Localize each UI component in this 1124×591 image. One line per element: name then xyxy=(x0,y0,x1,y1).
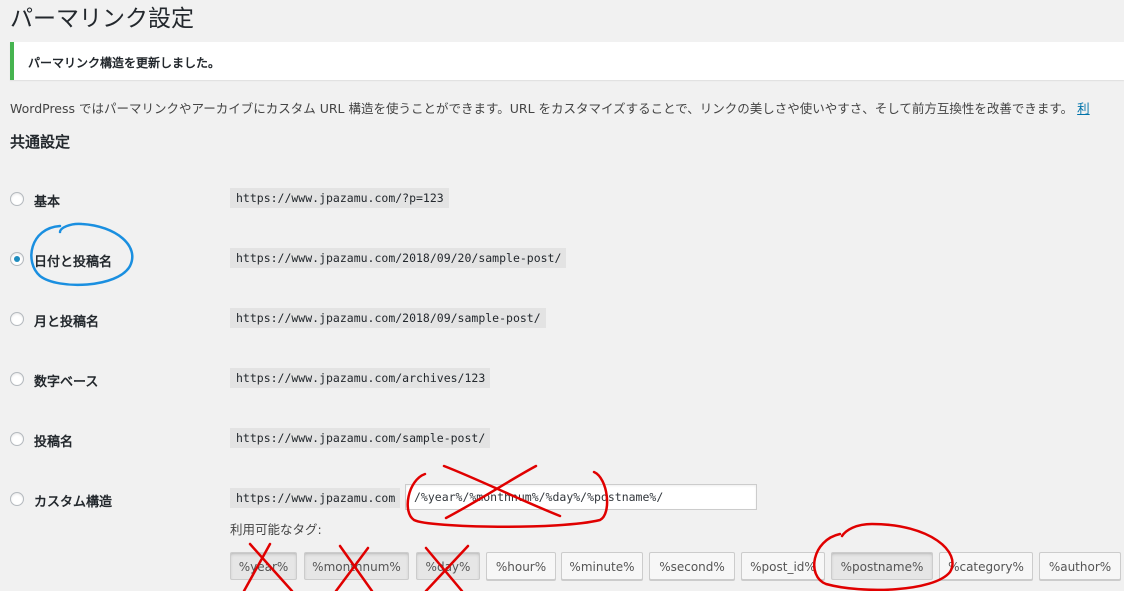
section-title: 共通設定 xyxy=(10,133,71,151)
option-label-month-name: 月と投稿名 xyxy=(34,315,100,330)
example-url-day-name: https://www.jpazamu.com/2018/09/20/sampl… xyxy=(230,248,567,268)
tag-category-button[interactable]: %category% xyxy=(939,552,1033,580)
example-url-numeric: https://www.jpazamu.com/archives/123 xyxy=(230,368,491,388)
tag-minute-button[interactable]: %minute% xyxy=(561,552,643,580)
tag-second-button[interactable]: %second% xyxy=(649,552,735,580)
tag-year-button[interactable]: %year% xyxy=(230,552,297,580)
option-label-plain: 基本 xyxy=(34,195,61,210)
tag-author-button[interactable]: %author% xyxy=(1039,552,1121,580)
intro-help-link[interactable]: 利 xyxy=(1077,101,1090,116)
notice-text: パーマリンク構造を更新しました。 xyxy=(28,56,221,70)
radio-numeric[interactable] xyxy=(10,372,24,386)
custom-structure-input[interactable] xyxy=(405,484,757,510)
available-tags-label: 利用可能なタグ: xyxy=(230,522,322,537)
custom-url-prefix: https://www.jpazamu.com xyxy=(230,488,401,508)
tag-post-id-button[interactable]: %post_id% xyxy=(741,552,825,580)
option-label-post-name: 投稿名 xyxy=(34,435,74,450)
tag-day-button[interactable]: %day% xyxy=(416,552,480,580)
radio-month-name[interactable] xyxy=(10,312,24,326)
radio-day-name[interactable] xyxy=(10,252,24,266)
tag-hour-button[interactable]: %hour% xyxy=(486,552,556,580)
radio-custom[interactable] xyxy=(10,492,24,506)
page-title: パーマリンク設定 xyxy=(10,6,194,32)
update-notice: パーマリンク構造を更新しました。 xyxy=(10,42,1124,80)
intro-text: WordPress ではパーマリンクやアーカイブにカスタム URL 構造を使うこ… xyxy=(10,98,1124,117)
intro-description: WordPress ではパーマリンクやアーカイブにカスタム URL 構造を使うこ… xyxy=(10,101,1074,116)
tag-monthnum-button[interactable]: %monthnum% xyxy=(304,552,409,580)
option-label-numeric: 数字ベース xyxy=(34,375,99,390)
example-url-post-name: https://www.jpazamu.com/sample-post/ xyxy=(230,428,491,448)
radio-post-name[interactable] xyxy=(10,432,24,446)
example-url-plain: https://www.jpazamu.com/?p=123 xyxy=(230,188,449,208)
option-label-day-name: 日付と投稿名 xyxy=(34,255,113,270)
example-url-month-name: https://www.jpazamu.com/2018/09/sample-p… xyxy=(230,308,546,328)
radio-plain[interactable] xyxy=(10,192,24,206)
option-label-custom: カスタム構造 xyxy=(34,495,113,510)
tag-postname-button[interactable]: %postname% xyxy=(831,552,933,580)
